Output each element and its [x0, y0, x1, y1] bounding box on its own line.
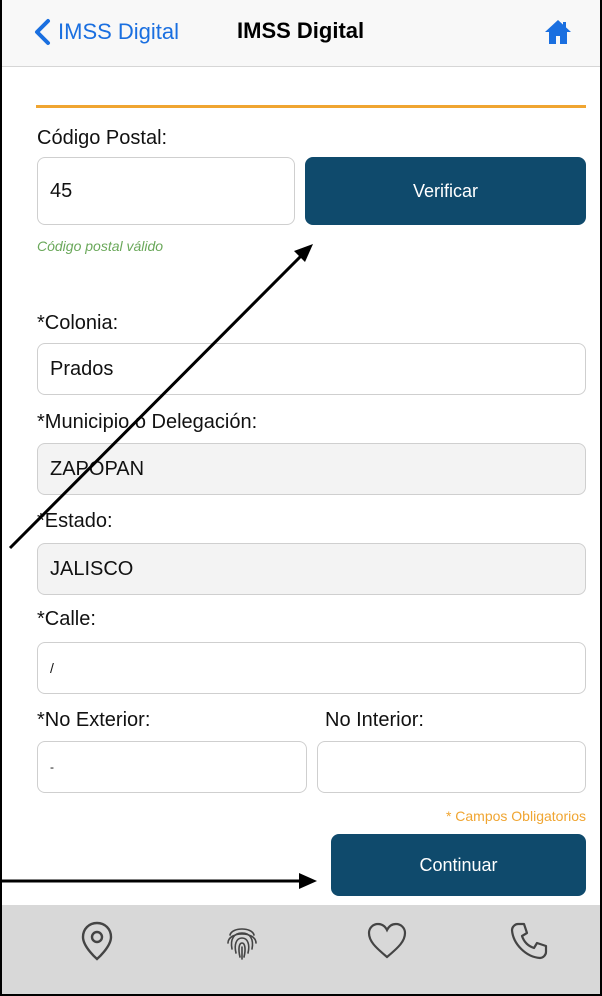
postal-valid-message: Código postal válido: [37, 238, 164, 254]
tab-health[interactable]: [365, 919, 409, 963]
tab-fingerprint[interactable]: [220, 919, 264, 963]
municipio-field: ZAPOPAN: [37, 443, 586, 495]
calle-field[interactable]: /: [37, 642, 586, 694]
section-divider: [36, 105, 586, 108]
location-pin-icon: [81, 921, 113, 961]
estado-field: JALISCO: [37, 543, 586, 595]
required-fields-note: * Campos Obligatorios: [445, 808, 586, 824]
colonia-field[interactable]: Prados: [37, 343, 586, 395]
no-interior-label: No Interior:: [325, 709, 424, 731]
page-title: IMSS Digital: [237, 18, 365, 43]
postal-code-input[interactable]: 45: [37, 157, 295, 225]
no-interior-field[interactable]: [317, 741, 586, 793]
verify-button[interactable]: Verificar: [305, 157, 586, 225]
municipio-label: *Municipio o Delegación:: [37, 411, 258, 433]
fingerprint-icon: [227, 928, 257, 960]
navigation-bar: IMSS Digital IMSS Digital: [2, 0, 600, 67]
continue-button[interactable]: Continuar: [331, 834, 586, 896]
chevron-left-icon: [35, 19, 50, 45]
back-button-label: IMSS Digital: [58, 19, 180, 44]
tab-location[interactable]: [75, 919, 119, 963]
municipio-value: ZAPOPAN: [50, 457, 145, 480]
frame-border-left: [0, 0, 2, 996]
home-button[interactable]: [544, 18, 572, 46]
colonia-label: *Colonia:: [37, 312, 119, 334]
no-exterior-label: *No Exterior:: [37, 709, 151, 731]
estado-value: JALISCO: [50, 557, 134, 580]
home-icon: [545, 20, 571, 44]
tab-bar: [2, 905, 600, 994]
no-exterior-value: -: [50, 760, 54, 774]
colonia-value: Prados: [50, 357, 114, 380]
calle-value: /: [50, 660, 54, 676]
estado-label: *Estado:: [37, 510, 113, 532]
heart-icon: [367, 922, 407, 959]
phone-icon: [510, 922, 548, 960]
calle-label: *Calle:: [37, 608, 96, 630]
no-exterior-field[interactable]: -: [37, 741, 307, 793]
back-button[interactable]: IMSS Digital: [32, 14, 179, 50]
postal-code-label: Código Postal:: [37, 127, 168, 149]
postal-code-value: 45: [50, 179, 73, 202]
tab-phone[interactable]: [507, 919, 551, 963]
